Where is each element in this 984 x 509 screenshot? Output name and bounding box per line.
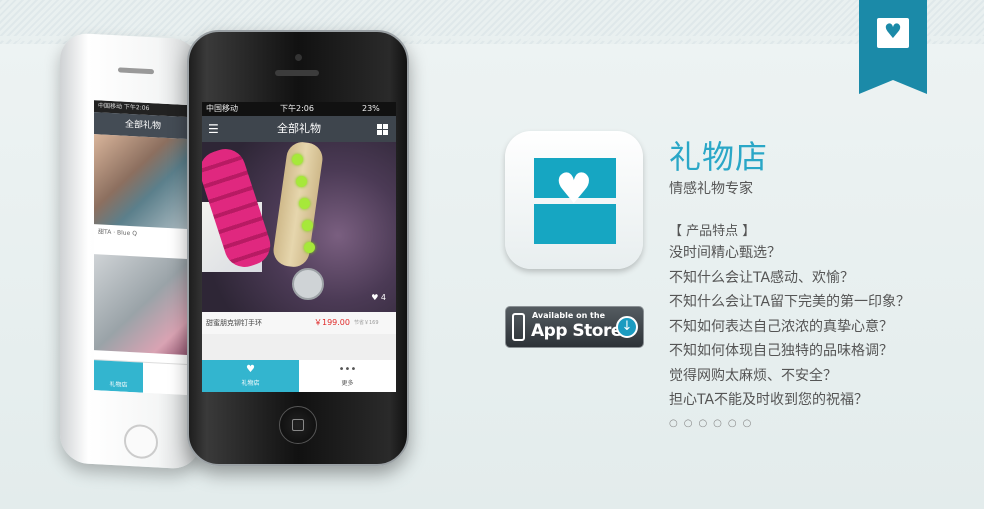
menu-search-icon[interactable]: ☰ xyxy=(208,116,219,142)
product-price: ￥199.00 xyxy=(314,318,350,327)
speaker xyxy=(118,67,154,75)
more-icon: ••• xyxy=(338,364,357,375)
feature-item: 不知如何表达自己浓浓的真挚心意？ xyxy=(669,318,893,335)
app-store-button[interactable]: Available on the App Store ↓ xyxy=(505,306,644,348)
stud xyxy=(304,242,315,253)
product-name: 甜蜜朋克铆钉手环 xyxy=(206,319,262,327)
product-image[interactable] xyxy=(94,134,192,230)
app-subtitle: 情感礼物专家 xyxy=(669,181,753,197)
tab-gift-shop[interactable]: 礼物店 xyxy=(94,360,143,393)
phone-front-screen: 中国移动 下午2:06 23% ☰ 全部礼物 ♥ 4 甜蜜朋克铆钉手环 ￥199… xyxy=(202,102,396,392)
stud xyxy=(296,176,307,187)
tab-label: 更多 xyxy=(341,380,354,387)
feature-item: 不知什么会让TA留下完美的第一印象？ xyxy=(669,294,911,310)
app-title: 礼物店 xyxy=(669,138,769,176)
heart-box-icon: ♥ xyxy=(877,18,909,48)
phone-icon xyxy=(512,313,525,341)
tab-bar: ♥ 礼物店 ••• 更多 xyxy=(202,360,396,392)
list-spacer xyxy=(202,334,396,360)
corner-ribbon[interactable]: ♥ xyxy=(859,0,927,94)
feature-item: 觉得网购太麻烦、不安全？ xyxy=(669,367,837,384)
home-button[interactable] xyxy=(279,406,317,444)
feature-item: 不知如何体现自己独特的品味格调？ xyxy=(669,343,893,359)
stud xyxy=(302,220,313,231)
pendant xyxy=(292,268,324,300)
stud xyxy=(299,198,310,209)
gift-box-icon: ♥ xyxy=(246,364,255,375)
battery-level: 23% xyxy=(362,104,380,113)
like-counter[interactable]: ♥ 4 xyxy=(371,293,386,302)
features-list: 没时间精心甄选？ 不知什么会让TA感动、欢愉？ 不知什么会让TA留下完美的第一印… xyxy=(669,243,910,415)
heart-icon: ♥ xyxy=(555,164,593,213)
stud xyxy=(292,154,303,165)
nav-title: 全部礼物 xyxy=(277,122,321,135)
feature-item: 不知什么会让TA感动、欢愉？ xyxy=(669,269,855,286)
home-button[interactable] xyxy=(124,423,158,460)
savings: 节省￥169 xyxy=(354,320,379,326)
speaker xyxy=(275,70,319,76)
nav-bar: ☰ 全部礼物 xyxy=(202,116,396,142)
phone-back: 中国移动 下午2:06 全部礼物 甜TA · Blue Q 礼物店 xyxy=(60,32,200,470)
download-icon: ↓ xyxy=(616,316,638,338)
tab-gift-shop[interactable]: ♥ 礼物店 xyxy=(202,360,299,392)
product-photo[interactable]: ♥ 4 xyxy=(202,140,396,312)
tab-label: 礼物店 xyxy=(241,380,260,387)
pagination-dots[interactable]: ○○○○○○ xyxy=(669,418,757,429)
phone-back-screen: 中国移动 下午2:06 全部礼物 甜TA · Blue Q 礼物店 xyxy=(94,100,192,396)
grid-icon[interactable] xyxy=(377,124,388,135)
carrier: 中国移动 xyxy=(206,104,238,113)
product-image[interactable] xyxy=(94,254,192,356)
status-bar: 中国移动 下午2:06 23% xyxy=(202,102,396,116)
feature-item: 没时间精心甄选？ xyxy=(669,245,781,261)
like-count: 4 xyxy=(380,293,386,302)
badge-line2: App Store xyxy=(531,321,622,341)
app-icon[interactable]: ♥ xyxy=(505,131,643,269)
feature-item: 担心TA不能及时收到您的祝福？ xyxy=(669,392,869,408)
product-info[interactable]: 甜蜜朋克铆钉手环 ￥199.00 节省￥169 xyxy=(202,312,396,334)
camera xyxy=(295,54,302,61)
badge-line1: Available on the xyxy=(532,311,606,320)
tab-bar: 礼物店 xyxy=(94,359,192,396)
features-heading: 【 产品特点 】 xyxy=(669,224,756,239)
heart-icon: ♥ xyxy=(371,293,379,302)
clock: 下午2:06 xyxy=(280,104,314,113)
phone-front: 中国移动 下午2:06 23% ☰ 全部礼物 ♥ 4 甜蜜朋克铆钉手环 ￥199… xyxy=(187,30,409,466)
tab-more[interactable]: ••• 更多 xyxy=(299,360,396,392)
